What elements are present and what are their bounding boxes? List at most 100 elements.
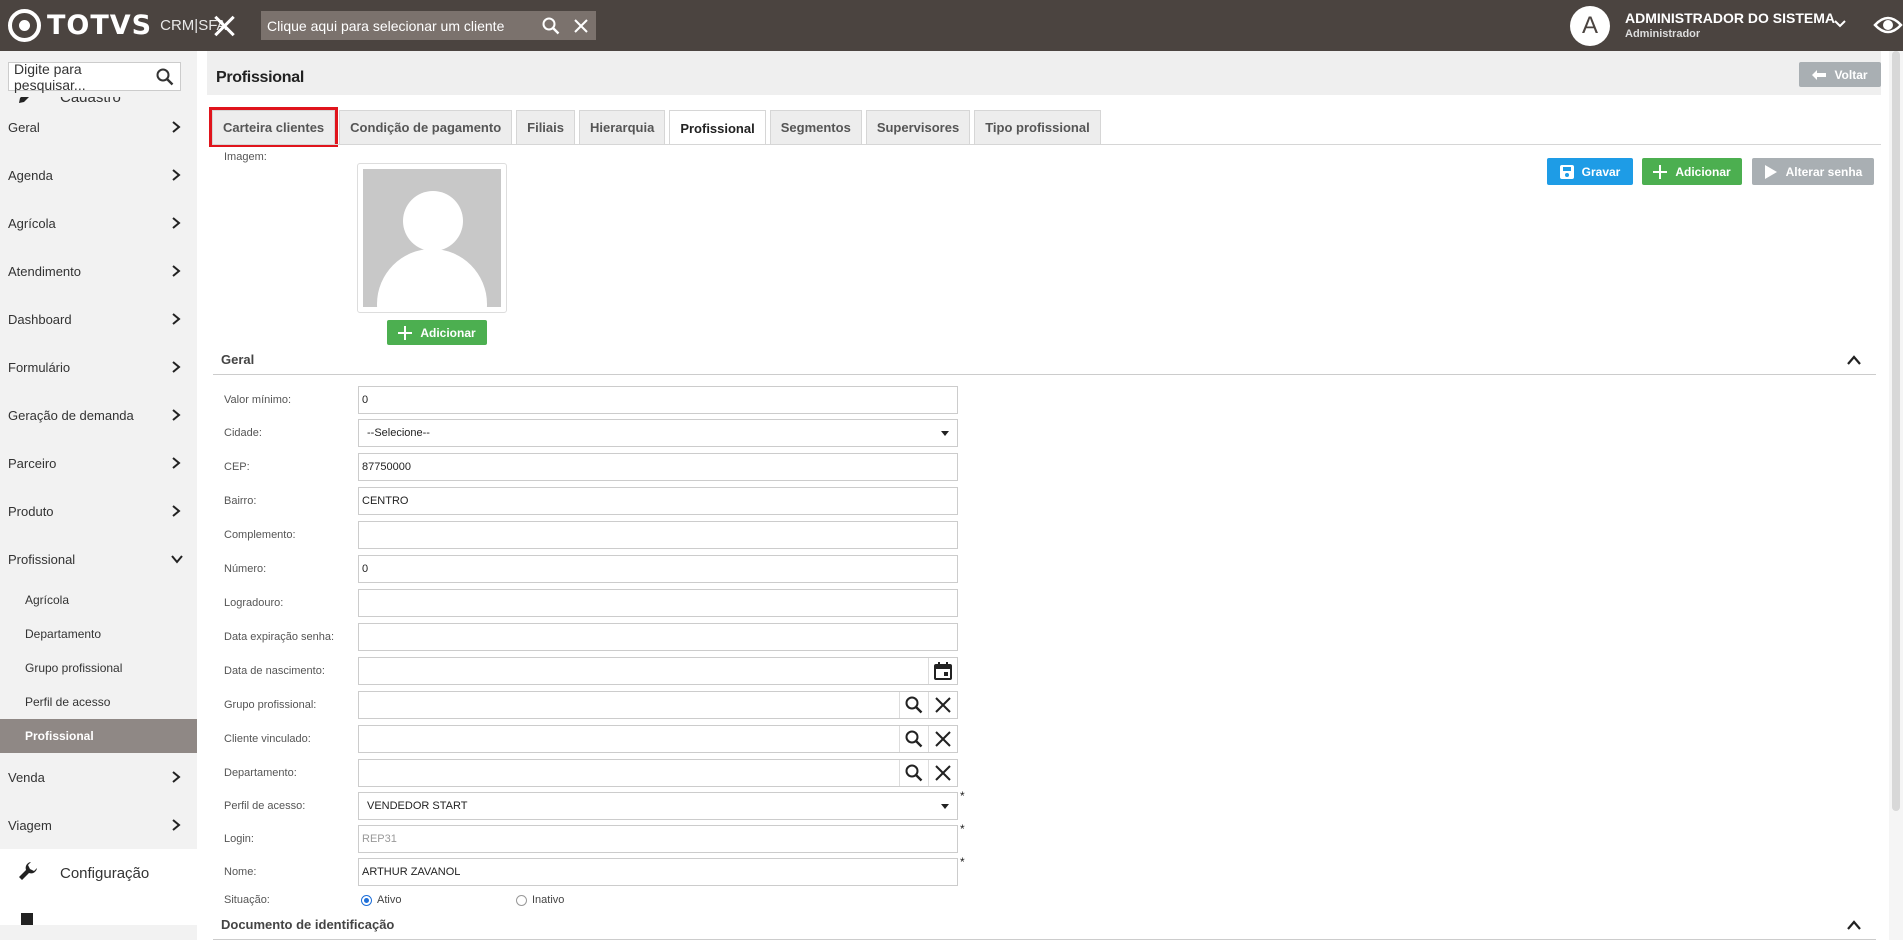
close-icon[interactable] bbox=[210, 12, 238, 40]
sidebar-item-geracao-demanda[interactable]: Geração de demanda bbox=[0, 391, 197, 439]
cidade-select[interactable]: --Selecione-- bbox=[358, 419, 958, 447]
top-bar: TOTVS CRM|SFA Clique aqui para seleciona… bbox=[0, 0, 1903, 51]
sidebar-item-parceiro[interactable]: Parceiro bbox=[0, 439, 197, 487]
situacao-ativo-radio[interactable]: Ativo bbox=[361, 894, 401, 906]
add-image-button[interactable]: Adicionar bbox=[387, 320, 487, 345]
sidebar-item-dashboard[interactable]: Dashboard bbox=[0, 295, 197, 343]
situacao-inativo-radio[interactable]: Inativo bbox=[516, 894, 564, 906]
dropdown-arrow-icon bbox=[941, 803, 949, 809]
tab-hierarquia[interactable]: Hierarquia bbox=[579, 110, 666, 144]
data-nascimento-input[interactable] bbox=[358, 657, 958, 685]
sidebar-subitem-perfil-acesso[interactable]: Perfil de acesso bbox=[0, 685, 197, 719]
nome-input[interactable]: ARTHUR ZAVANOL bbox=[358, 858, 958, 886]
chevron-down-icon bbox=[170, 552, 184, 570]
sidebar-item-profissional[interactable]: Profissional bbox=[0, 535, 197, 583]
user-placeholder-icon bbox=[363, 169, 501, 307]
sidebar-item-venda[interactable]: Venda bbox=[0, 753, 197, 801]
scrollbar-thumb[interactable] bbox=[1892, 51, 1900, 811]
chevron-up-icon[interactable] bbox=[1846, 918, 1862, 936]
client-selector[interactable]: Clique aqui para selecionar um cliente bbox=[261, 11, 596, 40]
search-icon[interactable] bbox=[150, 62, 180, 91]
calendar-icon[interactable] bbox=[928, 658, 957, 684]
profile-image bbox=[357, 163, 507, 313]
change-password-button[interactable]: Alterar senha bbox=[1752, 158, 1874, 185]
close-icon[interactable] bbox=[928, 692, 957, 718]
user-info[interactable]: ADMINISTRADOR DO SISTEMA Administrador bbox=[1625, 10, 1835, 40]
tab-filiais[interactable]: Filiais bbox=[516, 110, 575, 144]
complemento-input[interactable] bbox=[358, 521, 958, 549]
tab-supervisores[interactable]: Supervisores bbox=[865, 110, 971, 144]
sidebar-section-next[interactable] bbox=[0, 897, 197, 925]
search-icon[interactable] bbox=[899, 726, 928, 752]
close-icon[interactable] bbox=[928, 760, 957, 786]
page-header: Profissional Voltar bbox=[207, 51, 1881, 95]
numero-input[interactable]: 0 bbox=[358, 555, 958, 583]
form-row-complemento: Complemento: bbox=[224, 520, 1014, 550]
cep-input[interactable]: 87750000 bbox=[358, 453, 958, 481]
chevron-up-icon[interactable] bbox=[1846, 353, 1862, 371]
tab-carteira-clientes[interactable]: Carteira clientes bbox=[208, 107, 339, 147]
sidebar-item-label: Viagem bbox=[8, 817, 52, 833]
data-expiracao-input[interactable] bbox=[358, 623, 958, 651]
sidebar-item-viagem[interactable]: Viagem bbox=[0, 801, 197, 849]
search-icon[interactable] bbox=[899, 692, 928, 718]
close-icon[interactable] bbox=[928, 726, 957, 752]
valor-minimo-input[interactable]: 0 bbox=[358, 386, 958, 414]
sidebar-item-formulario[interactable]: Formulário bbox=[0, 343, 197, 391]
eye-icon[interactable] bbox=[1873, 14, 1903, 41]
logradouro-input[interactable] bbox=[358, 589, 958, 617]
sidebar-item-label: Dashboard bbox=[8, 311, 72, 327]
chevron-right-icon bbox=[170, 216, 182, 235]
form-row-numero: Número: 0 bbox=[224, 554, 1014, 584]
search-icon[interactable] bbox=[899, 760, 928, 786]
sidebar-item-produto[interactable]: Produto bbox=[0, 487, 197, 535]
sidebar-item-geral[interactable]: Geral bbox=[0, 103, 197, 151]
cliente-vinculado-input[interactable] bbox=[358, 725, 958, 753]
search-icon[interactable] bbox=[536, 11, 566, 40]
tab-profissional[interactable]: Profissional bbox=[669, 110, 766, 145]
tab-tipo-profissional[interactable]: Tipo profissional bbox=[974, 110, 1101, 144]
section-documento-header[interactable]: Documento de identificação bbox=[213, 912, 1876, 940]
sidebar-search-input[interactable]: Digite para pesquisar... bbox=[8, 61, 181, 93]
image-label: Imagem: bbox=[224, 151, 267, 163]
page-scrollbar[interactable] bbox=[1889, 51, 1903, 940]
login-input[interactable]: REP31 bbox=[358, 825, 958, 853]
section-geral-header[interactable]: Geral bbox=[213, 347, 1876, 375]
totvs-logo[interactable]: TOTVS CRM|SFA bbox=[8, 9, 227, 42]
floppy-icon bbox=[1559, 164, 1574, 179]
clear-client-icon[interactable] bbox=[566, 11, 596, 40]
sidebar-section-configuracao[interactable]: Configuração bbox=[0, 849, 197, 897]
sidebar-item-label: Parceiro bbox=[8, 455, 57, 471]
field-label: Complemento: bbox=[224, 529, 296, 541]
form-row-login: Login: REP31 * bbox=[224, 822, 1014, 854]
sidebar-item-label: Agenda bbox=[8, 167, 53, 183]
sidebar-menu: Cadastro Geral Agenda Agrícola Atendimen… bbox=[0, 97, 197, 925]
bairro-input[interactable]: CENTRO bbox=[358, 487, 958, 515]
field-label: Cliente vinculado: bbox=[224, 733, 311, 745]
sidebar-subitem-departamento[interactable]: Departamento bbox=[0, 617, 197, 651]
radio-label: Inativo bbox=[532, 894, 565, 906]
chevron-right-icon bbox=[170, 818, 182, 837]
field-value: 0 bbox=[362, 563, 369, 575]
sidebar-item-label: Produto bbox=[8, 503, 54, 519]
sidebar-item-agenda[interactable]: Agenda bbox=[0, 151, 197, 199]
sidebar-item-agricola[interactable]: Agrícola bbox=[0, 199, 197, 247]
user-avatar[interactable]: A bbox=[1570, 6, 1610, 46]
departamento-input[interactable] bbox=[358, 759, 958, 787]
user-name: ADMINISTRADOR DO SISTEMA bbox=[1625, 10, 1835, 26]
chevron-right-icon bbox=[170, 360, 182, 379]
back-button[interactable]: Voltar bbox=[1799, 62, 1881, 87]
tab-condicao-pagamento[interactable]: Condição de pagamento bbox=[339, 110, 513, 144]
form-row-data-nascimento: Data de nascimento: bbox=[224, 656, 1014, 686]
sidebar-subitem-agricola[interactable]: Agrícola bbox=[0, 583, 197, 617]
sidebar-subitem-profissional[interactable]: Profissional bbox=[0, 719, 197, 753]
chevron-down-icon[interactable] bbox=[1833, 17, 1847, 36]
save-button[interactable]: Gravar bbox=[1547, 158, 1633, 185]
tab-segmentos[interactable]: Segmentos bbox=[769, 110, 862, 144]
sidebar-subitem-grupo-profissional[interactable]: Grupo profissional bbox=[0, 651, 197, 685]
sidebar-item-atendimento[interactable]: Atendimento bbox=[0, 247, 197, 295]
add-button[interactable]: Adicionar bbox=[1642, 158, 1742, 185]
field-label: Perfil de acesso: bbox=[224, 800, 306, 812]
perfil-acesso-select[interactable]: VENDEDOR START bbox=[358, 792, 958, 820]
grupo-profissional-input[interactable] bbox=[358, 691, 958, 719]
